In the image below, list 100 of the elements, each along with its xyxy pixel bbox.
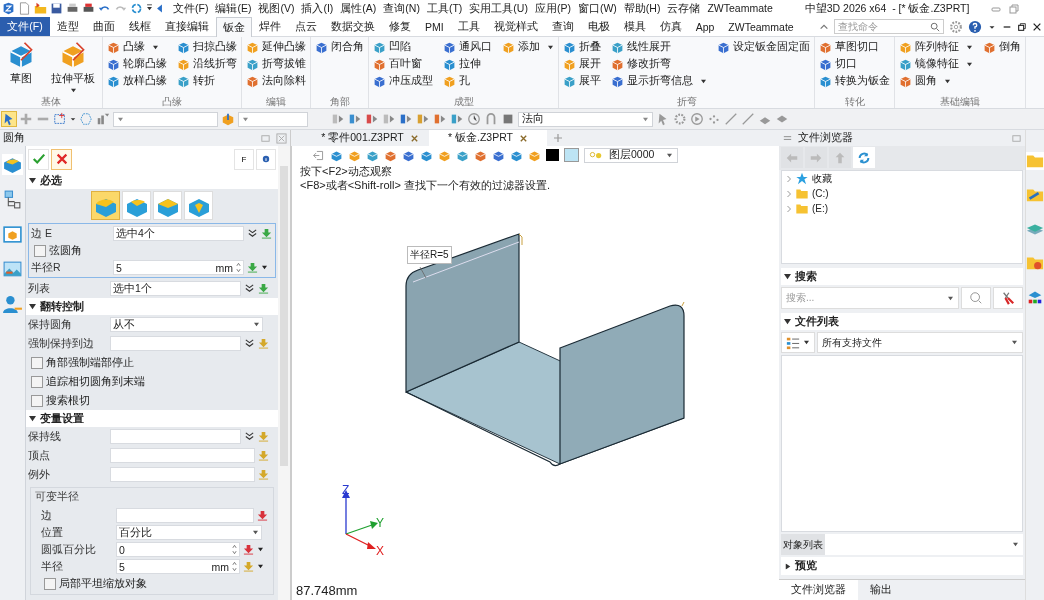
ribbon-button[interactable]: 沿线折弯 [177,56,237,72]
box-select-icon[interactable] [53,112,67,126]
fillet-type-option[interactable] [184,191,213,220]
tree-item[interactable]: 收藏 [782,171,1022,186]
section-header[interactable]: 搜索 [781,268,1023,285]
double-chevron-icon[interactable] [244,338,255,349]
ribbon-tab[interactable]: 数据交换 [324,17,382,36]
confirm-button[interactable] [28,148,49,170]
caret-icon[interactable] [966,44,973,50]
square-icon[interactable] [501,112,515,126]
folder-icon[interactable] [1026,152,1044,170]
view-block-icon[interactable] [474,148,487,162]
selection-filter-icon[interactable] [365,112,379,126]
filter-icon[interactable] [96,112,110,126]
selection-filter-icon[interactable] [382,112,396,126]
line-icon[interactable] [724,112,738,126]
settings-icon[interactable] [949,19,963,34]
selection-filter-icon[interactable] [433,112,447,126]
view-mode-button[interactable] [781,332,815,353]
toggle-button[interactable]: F [234,148,254,170]
double-chevron-icon[interactable] [247,228,258,239]
ribbon-button[interactable]: 切口 [819,56,890,72]
selection-filter-icon[interactable] [416,112,430,126]
checkbox[interactable] [34,244,46,257]
pick-arrow-icon[interactable] [257,510,268,521]
restore-icon[interactable] [1017,21,1027,32]
ribbon-button[interactable]: 扫掠凸缘 [177,39,237,55]
view-block-icon[interactable] [384,148,397,162]
panel-tab[interactable]: 输出 [858,580,904,600]
plus-icon[interactable] [19,112,33,126]
points-icon[interactable] [707,112,721,126]
dropdown[interactable]: 从不 [110,317,263,332]
text-field[interactable]: 选中1个 [110,281,241,296]
magnet-icon[interactable] [484,112,498,126]
fillet-type-option[interactable] [153,191,182,220]
checkbox[interactable] [31,375,43,388]
fillet-type-option[interactable] [122,191,151,220]
menu-item[interactable]: 帮助(H) [623,1,661,16]
exit-icon[interactable] [312,148,325,162]
ribbon-button[interactable]: 轮廓凸缘 [107,56,167,72]
ribbon-tab[interactable]: 点云 [288,17,324,36]
menu-item[interactable]: 属性(A) [340,1,377,16]
layer-dropdown[interactable]: 图层0000 [584,147,678,163]
menu-item[interactable]: 视图(V) [258,1,295,16]
ribbon-button[interactable]: 转换为钣金 [819,73,890,89]
ribbon-tab[interactable]: 曲面 [86,17,122,36]
ribbon-tab[interactable]: 工具 [450,17,487,36]
file-menu-tab[interactable]: 文件(F) [0,17,50,36]
ribbon-button[interactable]: 凸缘 [107,39,167,55]
section-header[interactable]: 必选 [26,172,278,189]
file-type-dropdown[interactable]: 所有支持文件 [817,332,1023,353]
section-header[interactable]: 文件列表 [781,313,1023,330]
ribbon-button[interactable]: 阵列特征 [899,39,973,55]
caret-icon[interactable] [257,547,264,552]
pin-icon[interactable] [1011,132,1022,144]
menu-item[interactable]: 工具(T) [426,1,463,16]
menu-item[interactable]: 实用工具(U) [469,1,528,16]
ribbon-button[interactable]: 通风口 [443,39,492,55]
view-block-icon[interactable] [366,148,379,162]
document-tab[interactable]: * 零件001.Z3PRT [311,130,429,146]
pick-arrow-icon[interactable] [258,469,269,480]
number-field[interactable]: 0 [116,542,240,557]
view-block-icon[interactable] [510,148,523,162]
view-block-icon[interactable] [438,148,451,162]
caret-icon[interactable] [966,61,973,67]
selection-filter-icon[interactable] [348,112,362,126]
caret-icon[interactable] [152,44,159,50]
fillet-type-option[interactable] [91,191,120,220]
caret-icon[interactable] [69,88,77,93]
view-block-icon[interactable] [456,148,469,162]
ribbon-button[interactable]: 添加 [502,39,554,55]
tree-item[interactable]: (E:) [782,201,1022,216]
ribbon-button[interactable]: 草图 [4,39,38,88]
info-button[interactable] [256,148,276,170]
clock-icon[interactable] [467,112,481,126]
print-icon[interactable] [66,2,79,15]
view-block-icon[interactable] [330,148,343,162]
view-block-icon[interactable] [528,148,541,162]
ribbon-tab[interactable]: 电极 [580,17,617,36]
ribbon-tab[interactable]: PMI [418,17,451,36]
left-arrow-icon[interactable] [156,2,163,15]
text-field[interactable] [110,336,241,351]
ribbon-button[interactable]: 折叠 [563,39,601,55]
checkbox[interactable] [44,577,56,590]
search-icon[interactable] [930,21,940,32]
block-icon[interactable] [221,112,235,126]
menu-item[interactable]: 插入(I) [301,1,334,16]
ribbon-tab[interactable]: 钣金 [216,17,252,37]
ribbon-tab[interactable]: 焊件 [252,17,288,36]
spinner-arrows-icon[interactable] [232,544,237,555]
ribbon-button[interactable]: 凹陷 [373,39,433,55]
ribbon-button[interactable]: 展开 [563,56,601,72]
print-icon[interactable] [82,2,95,15]
ribbon-button[interactable]: 草图切口 [819,39,890,55]
menu-item[interactable]: 应用(P) [534,1,571,16]
ribbon-tab[interactable]: 直接编辑 [158,17,216,36]
ribbon-button[interactable]: 放样凸缘 [107,73,167,89]
color-swatch[interactable] [546,149,559,161]
ribbon-button[interactable]: 镜像特征 [899,56,973,72]
ribbon-tab[interactable]: 视觉样式 [486,17,545,36]
